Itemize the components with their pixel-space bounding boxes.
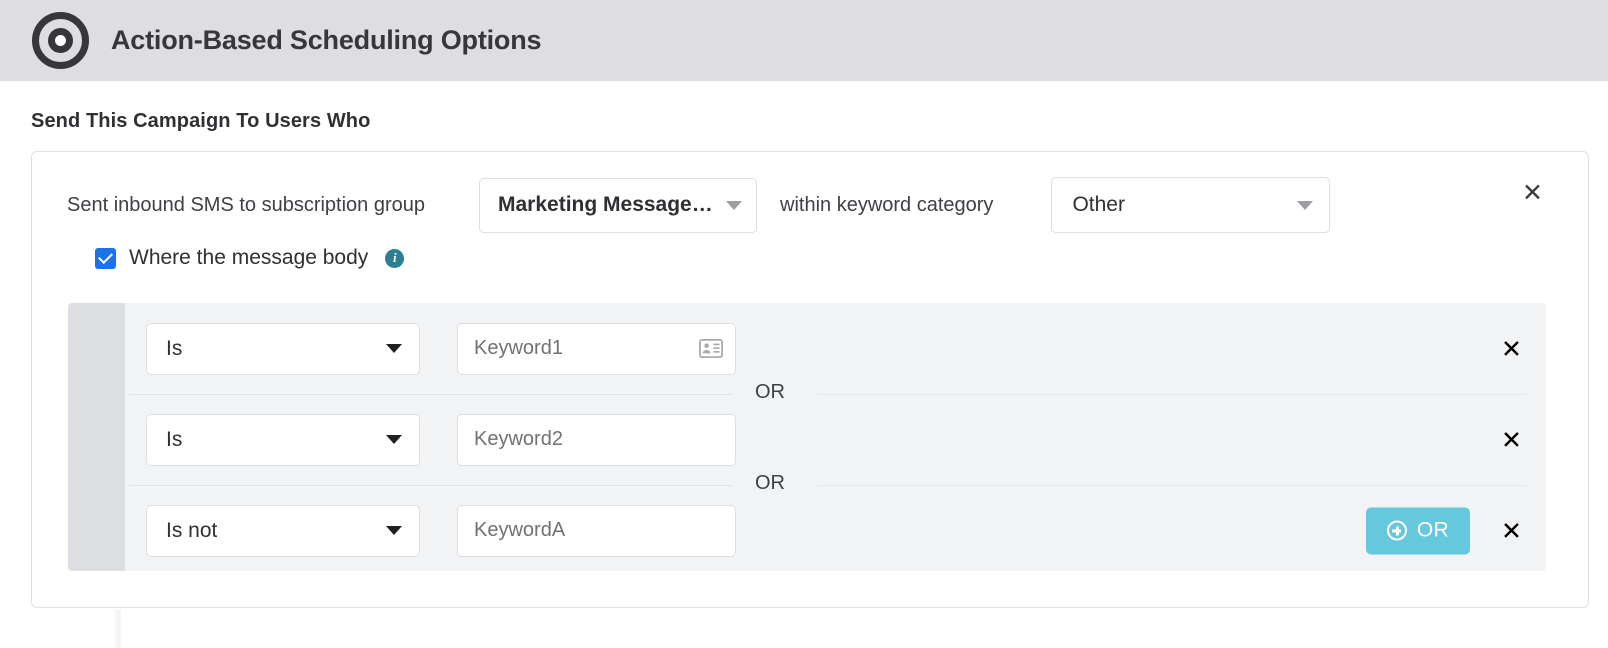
remove-keyword-row-button[interactable]: ✕ bbox=[1501, 518, 1522, 543]
condition-row: Sent inbound SMS to subscription group M… bbox=[67, 177, 1331, 233]
remove-condition-button[interactable]: ✕ bbox=[1522, 180, 1543, 205]
keyword-row: Is Keyword2 ✕ bbox=[125, 394, 1546, 485]
keyword-input-value: KeywordA bbox=[474, 519, 566, 541]
flow-connector bbox=[115, 609, 121, 648]
keyword-operator-value: Is not bbox=[166, 518, 218, 542]
condition-label-secondary: within keyword category bbox=[780, 193, 994, 216]
add-or-condition-button[interactable]: OR bbox=[1365, 507, 1470, 554]
message-body-label: Where the message body bbox=[129, 246, 369, 269]
remove-keyword-row-button[interactable]: ✕ bbox=[1501, 336, 1522, 361]
keyword-category-select[interactable]: Other bbox=[1051, 177, 1331, 233]
keyword-operator-select[interactable]: Is bbox=[146, 322, 420, 375]
plus-circle-icon bbox=[1386, 520, 1407, 541]
info-icon[interactable]: i bbox=[385, 248, 405, 268]
keyword-rows-container: Is Keyword1 ✕ OR Is Keyword2 ✕ OR Is not… bbox=[125, 303, 1546, 571]
keyword-row: Is Keyword1 ✕ bbox=[125, 303, 1546, 394]
keyword-input-value: Keyword2 bbox=[474, 428, 563, 450]
keyword-operator-select[interactable]: Is bbox=[146, 413, 420, 466]
target-icon-inner bbox=[48, 28, 73, 53]
remove-keyword-row-button[interactable]: ✕ bbox=[1501, 427, 1522, 452]
message-body-checkbox-row: Where the message body i bbox=[95, 246, 405, 270]
keyword-row: Is not KeywordA OR ✕ bbox=[125, 485, 1546, 571]
check-icon bbox=[98, 249, 113, 265]
add-or-condition-label: OR bbox=[1416, 518, 1449, 542]
keyword-group-rail bbox=[68, 303, 125, 571]
subscription-group-select[interactable]: Marketing Message… bbox=[479, 177, 757, 233]
message-body-checkbox[interactable] bbox=[95, 247, 116, 269]
section-title: Send This Campaign To Users Who bbox=[31, 110, 371, 132]
contact-card-icon[interactable] bbox=[699, 339, 723, 358]
keyword-operator-value: Is bbox=[166, 427, 183, 451]
keyword-input[interactable]: Keyword2 bbox=[457, 413, 736, 466]
keyword-input[interactable]: KeywordA bbox=[457, 504, 736, 557]
keyword-operator-value: Is bbox=[166, 336, 183, 360]
keyword-category-value: Other bbox=[1072, 193, 1125, 216]
chevron-down-icon bbox=[1297, 200, 1314, 210]
keyword-input[interactable]: Keyword1 bbox=[457, 322, 736, 375]
keyword-operator-select[interactable]: Is not bbox=[146, 504, 420, 557]
page-header: Action-Based Scheduling Options bbox=[0, 0, 1608, 81]
chevron-down-icon bbox=[386, 435, 402, 444]
keyword-group-panel: Is Keyword1 ✕ OR Is Keyword2 ✕ OR Is not… bbox=[68, 303, 1546, 571]
condition-card: ✕ Sent inbound SMS to subscription group… bbox=[31, 151, 1589, 608]
condition-label-primary: Sent inbound SMS to subscription group bbox=[67, 193, 425, 216]
chevron-down-icon bbox=[726, 200, 742, 210]
keyword-input-value: Keyword1 bbox=[474, 337, 563, 359]
target-icon bbox=[32, 12, 89, 69]
chevron-down-icon bbox=[386, 526, 402, 535]
page-title: Action-Based Scheduling Options bbox=[111, 25, 542, 55]
subscription-group-value: Marketing Message… bbox=[498, 193, 713, 216]
chevron-down-icon bbox=[386, 344, 402, 353]
